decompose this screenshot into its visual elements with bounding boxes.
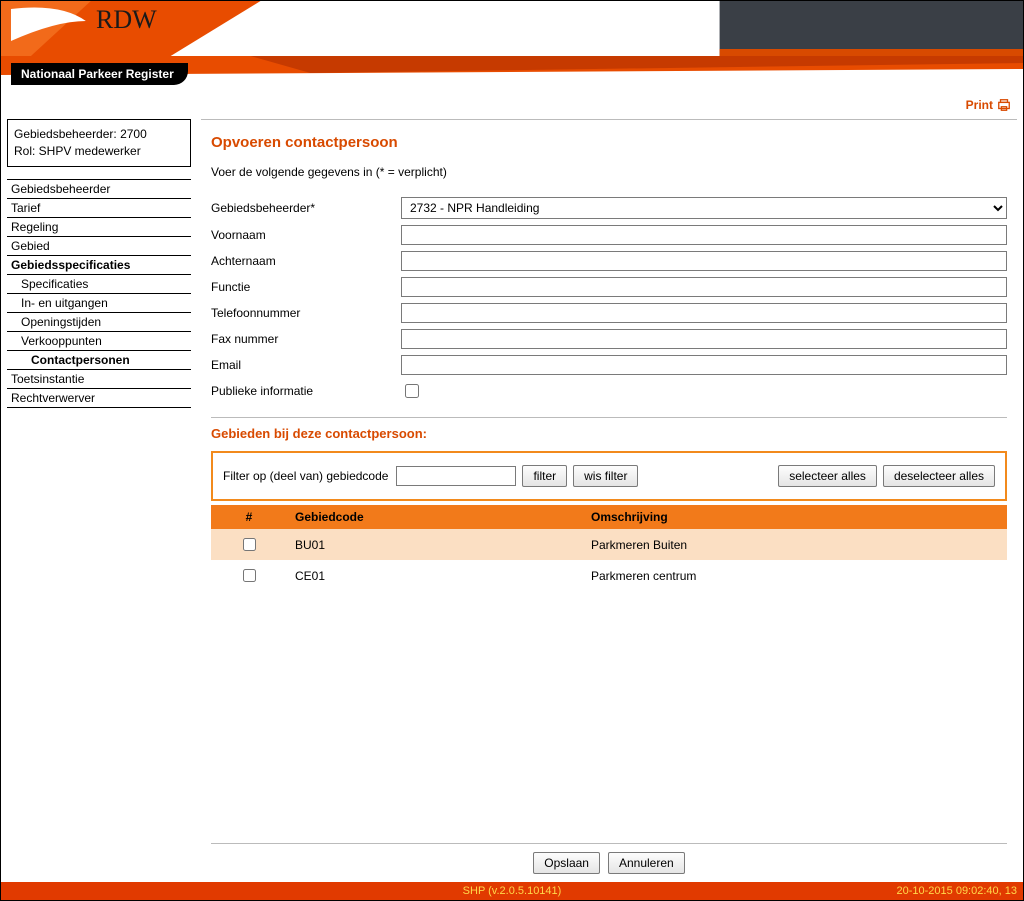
cancel-button[interactable]: Annuleren [608, 852, 685, 874]
filter-button[interactable]: filter [522, 465, 567, 487]
body: Gebiedsbeheerder: 2700 Rol: SHPV medewer… [1, 117, 1023, 882]
input-voornaam[interactable] [401, 225, 1007, 245]
cell-code: CE01 [287, 560, 583, 591]
input-fax[interactable] [401, 329, 1007, 349]
input-email[interactable] [401, 355, 1007, 375]
row-gebiedsbeheerder: Gebiedsbeheerder* 2732 - NPR Handleiding [211, 197, 1007, 219]
brand-name: RDW [96, 5, 157, 35]
nav-specificaties[interactable]: Specificaties [7, 275, 191, 294]
print-icon [997, 98, 1011, 112]
row-telefoon: Telefoonnummer [211, 303, 1007, 323]
label-functie: Functie [211, 280, 401, 294]
sidebar-info-line2: Rol: SHPV medewerker [14, 143, 184, 160]
footer: SHP (v.2.0.5.10141) 20-10-2015 09:02:40,… [1, 882, 1023, 900]
topbar: Print [1, 93, 1023, 117]
sidebar-info: Gebiedsbeheerder: 2700 Rol: SHPV medewer… [7, 119, 191, 167]
bottom-separator [211, 843, 1007, 844]
page-title: Opvoeren contactpersoon [211, 134, 1007, 151]
row-achternaam: Achternaam [211, 251, 1007, 271]
row-publiek: Publieke informatie [211, 381, 1007, 401]
label-publiek: Publieke informatie [211, 384, 401, 398]
label-email: Email [211, 358, 401, 372]
sidebar-info-line1: Gebiedsbeheerder: 2700 [14, 126, 184, 143]
select-all-button[interactable]: selecteer alles [778, 465, 877, 487]
filter-label: Filter op (deel van) gebiedcode [223, 469, 388, 483]
save-button[interactable]: Opslaan [533, 852, 600, 874]
filter-box: Filter op (deel van) gebiedcode filter w… [211, 451, 1007, 501]
input-achternaam[interactable] [401, 251, 1007, 271]
separator [211, 417, 1007, 418]
sidebar: Gebiedsbeheerder: 2700 Rol: SHPV medewer… [7, 119, 191, 882]
col-desc: Omschrijving [583, 505, 1007, 529]
table-header-row: # Gebiedcode Omschrijving [211, 505, 1007, 529]
nav-tarief[interactable]: Tarief [7, 199, 191, 218]
nav-contactpersonen[interactable]: Contactpersonen [7, 351, 191, 370]
areas-table: # Gebiedcode Omschrijving BU01 Parkmeren… [211, 505, 1007, 591]
app-window: RDW Nationaal Parkeer Register Print Geb… [0, 0, 1024, 901]
row-checkbox[interactable] [243, 538, 256, 551]
nav-openingstijden[interactable]: Openingstijden [7, 313, 191, 332]
label-achternaam: Achternaam [211, 254, 401, 268]
table-row: BU01 Parkmeren Buiten [211, 529, 1007, 560]
sidebar-nav: Gebiedsbeheerder Tarief Regeling Gebied … [7, 179, 191, 408]
table-row: CE01 Parkmeren centrum [211, 560, 1007, 591]
print-link[interactable]: Print [966, 98, 1011, 112]
table-wrap: # Gebiedcode Omschrijving BU01 Parkmeren… [211, 505, 1007, 837]
print-label: Print [966, 98, 993, 112]
nav-regeling[interactable]: Regeling [7, 218, 191, 237]
row-functie: Functie [211, 277, 1007, 297]
input-functie[interactable] [401, 277, 1007, 297]
filter-input[interactable] [396, 466, 516, 486]
page-instruction: Voer de volgende gegevens in (* = verpli… [211, 165, 1007, 179]
col-code: Gebiedcode [287, 505, 583, 529]
banner: RDW Nationaal Parkeer Register [1, 1, 1023, 93]
row-email: Email [211, 355, 1007, 375]
label-voornaam: Voornaam [211, 228, 401, 242]
label-gebiedsbeheerder: Gebiedsbeheerder* [211, 201, 401, 215]
row-voornaam: Voornaam [211, 225, 1007, 245]
checkbox-publiek[interactable] [405, 384, 419, 398]
input-telefoon[interactable] [401, 303, 1007, 323]
nav-gebied[interactable]: Gebied [7, 237, 191, 256]
nav-verkooppunten[interactable]: Verkooppunten [7, 332, 191, 351]
brand-subtitle: Nationaal Parkeer Register [11, 63, 188, 85]
select-gebiedsbeheerder[interactable]: 2732 - NPR Handleiding [401, 197, 1007, 219]
main: Opvoeren contactpersoon Voer de volgende… [201, 119, 1017, 882]
nav-in-en-uitgangen[interactable]: In- en uitgangen [7, 294, 191, 313]
cell-desc: Parkmeren Buiten [583, 529, 1007, 560]
nav-rechtverwerver[interactable]: Rechtverwerver [7, 389, 191, 408]
footer-timestamp: 20-10-2015 09:02:40, 13 [897, 885, 1018, 897]
label-fax: Fax nummer [211, 332, 401, 346]
deselect-all-button[interactable]: deselecteer alles [883, 465, 995, 487]
section-title: Gebieden bij deze contactpersoon: [211, 426, 1007, 441]
footer-version: SHP (v.2.0.5.10141) [463, 885, 562, 897]
nav-toetsinstantie[interactable]: Toetsinstantie [7, 370, 191, 389]
cell-code: BU01 [287, 529, 583, 560]
row-checkbox[interactable] [243, 569, 256, 582]
nav-gebiedsbeheerder[interactable]: Gebiedsbeheerder [7, 179, 191, 199]
nav-gebiedsspecificaties[interactable]: Gebiedsspecificaties [7, 256, 191, 275]
actions: Opslaan Annuleren [211, 852, 1007, 882]
cell-desc: Parkmeren centrum [583, 560, 1007, 591]
row-fax: Fax nummer [211, 329, 1007, 349]
col-check: # [211, 505, 287, 529]
panel: Opvoeren contactpersoon Voer de volgende… [201, 119, 1017, 882]
clear-filter-button[interactable]: wis filter [573, 465, 638, 487]
label-telefoon: Telefoonnummer [211, 306, 401, 320]
